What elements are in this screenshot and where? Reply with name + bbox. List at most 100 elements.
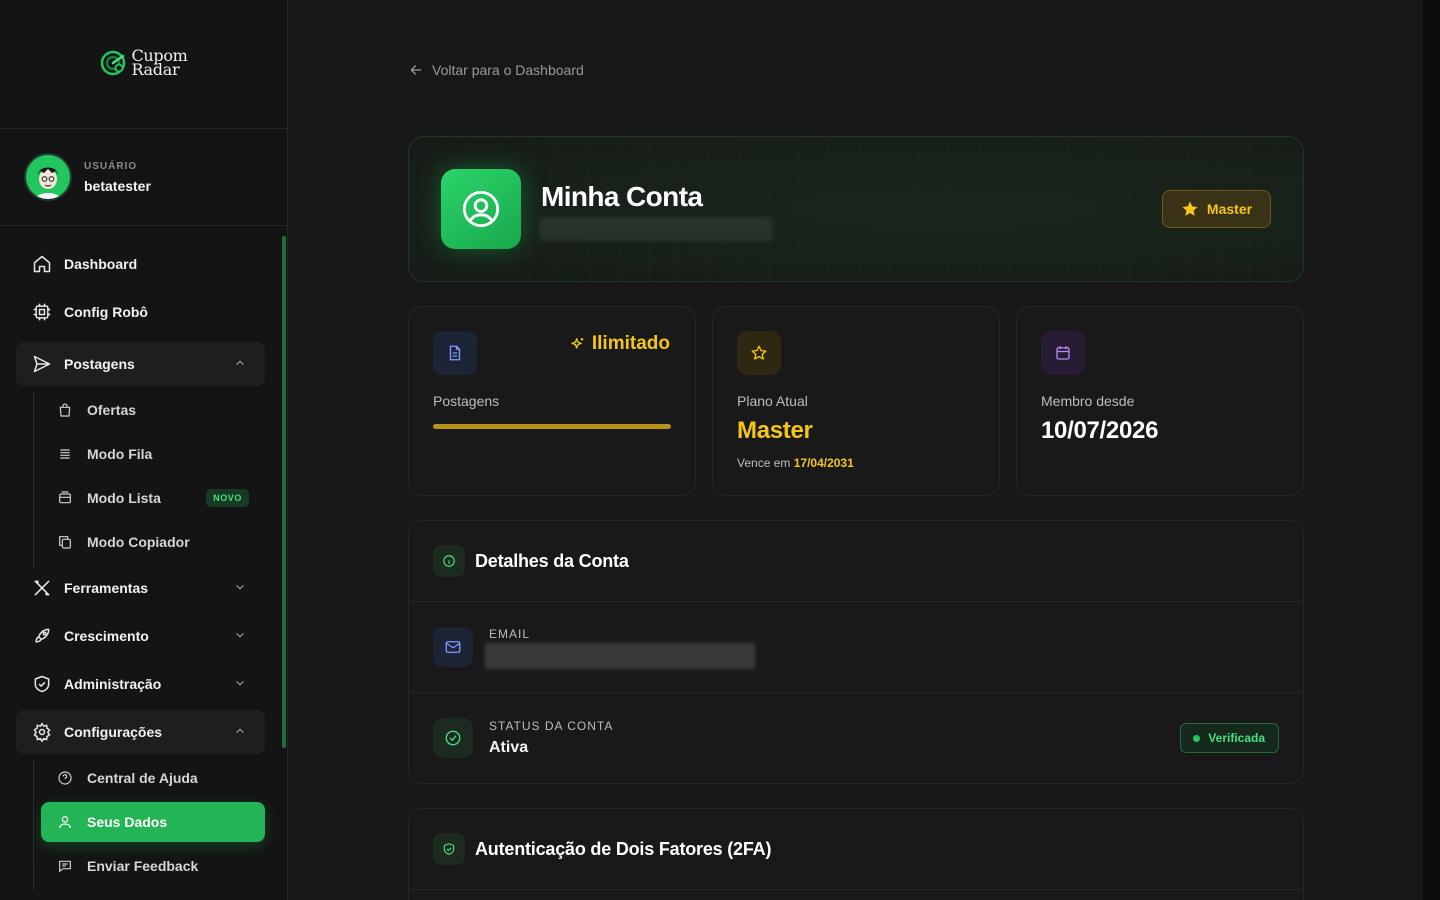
sidebar-item-label: Config Robô xyxy=(64,304,148,320)
sidebar-item-postagens[interactable]: Postagens xyxy=(16,342,265,386)
sidebar-scrollbar[interactable] xyxy=(282,236,286,748)
section-header: Detalhes da Conta xyxy=(409,521,1303,602)
sidebar-subitem-modo-copiador[interactable]: Modo Copiador xyxy=(41,522,265,562)
home-icon xyxy=(33,255,51,273)
sidebar: Cupom Radar USUÁRIO betatester Dashboard… xyxy=(0,0,288,900)
sidebar-subitem-central-de-ajuda[interactable]: Central de Ajuda xyxy=(41,758,265,798)
user-icon xyxy=(59,816,71,829)
redacted-email xyxy=(485,643,755,669)
status-label: STATUS DA CONTA xyxy=(489,719,614,733)
section-icon-wrap xyxy=(433,545,465,577)
plan-expiry: Vence em 17/04/2031 xyxy=(737,456,854,470)
chevron-down-icon xyxy=(236,680,244,686)
send-icon xyxy=(33,355,51,373)
stat-label: Membro desde xyxy=(1041,393,1135,409)
row-icon-wrap xyxy=(433,718,473,758)
radar-logo-icon xyxy=(101,50,126,76)
shield-icon xyxy=(34,675,50,693)
row-icon-wrap xyxy=(433,627,473,667)
chevron-down-icon xyxy=(236,632,244,638)
sidebar-item-label: Ferramentas xyxy=(64,580,149,596)
mail-icon xyxy=(445,641,461,653)
section-title: Autenticação de Dois Fatores (2FA) xyxy=(475,838,772,859)
sidebar-item-label: Dashboard xyxy=(64,256,138,272)
email-row: EMAIL xyxy=(409,602,1303,693)
avatar xyxy=(24,153,72,201)
account-avatar-icon xyxy=(441,169,521,249)
back-to-dashboard-link[interactable]: Voltar para o Dashboard xyxy=(408,62,584,78)
chevron-up-icon xyxy=(236,728,244,734)
chevron-up-icon xyxy=(236,360,244,366)
user-role-label: USUÁRIO xyxy=(84,160,138,172)
status-value: Ativa xyxy=(489,739,529,756)
star-icon xyxy=(1182,201,1198,216)
sidebar-item-ferramentas[interactable]: Ferramentas xyxy=(16,566,265,610)
section-header: Autenticação de Dois Fatores (2FA) xyxy=(409,809,1303,890)
usage-progress-bar xyxy=(433,424,671,429)
shield-check-icon xyxy=(443,843,455,855)
rocket-icon xyxy=(35,628,50,643)
account-hero: Minha Conta Master xyxy=(408,136,1304,282)
sidebar-subitem-seus-dados[interactable]: Seus Dados xyxy=(41,802,265,842)
sidebar-subitem-label: Modo Copiador xyxy=(87,534,190,550)
sidebar-item-label: Crescimento xyxy=(64,628,149,644)
sidebar-item-config-robo[interactable]: Config Robô xyxy=(16,290,265,334)
plan-badge-label: Master xyxy=(1206,201,1253,217)
two-factor-card: Autenticação de Dois Fatores (2FA) xyxy=(408,808,1304,900)
unlimited-label: Ilimitado xyxy=(591,333,670,354)
user-name: betatester xyxy=(84,177,151,194)
sidebar-subitem-enviar-feedback[interactable]: Enviar Feedback xyxy=(41,846,265,886)
current-plan-value: Master xyxy=(737,417,813,444)
brand-logo[interactable]: Cupom Radar xyxy=(99,48,188,79)
sidebar-item-label: Postagens xyxy=(64,356,135,372)
section-icon-wrap xyxy=(433,833,465,865)
sidebar-item-dashboard[interactable]: Dashboard xyxy=(16,242,265,286)
stat-card-membro: Membro desde 10/07/2026 xyxy=(1016,306,1304,496)
sidebar-subitem-modo-fila[interactable]: Modo Fila xyxy=(41,434,265,474)
submenu-guide-line xyxy=(33,392,34,568)
redacted-subtitle xyxy=(539,217,773,241)
sidebar-item-administracao[interactable]: Administração xyxy=(16,662,265,706)
sidebar-subitem-label: Modo Lista xyxy=(87,490,161,506)
verified-badge: Verificada xyxy=(1180,723,1279,753)
sidebar-subitem-modo-lista[interactable]: Modo Lista NOVO xyxy=(41,478,265,518)
logo-area: Cupom Radar xyxy=(0,0,287,129)
sidebar-subitem-ofertas[interactable]: Ofertas xyxy=(41,390,265,430)
tools-icon xyxy=(34,580,50,596)
email-label: EMAIL xyxy=(489,627,531,641)
sidebar-subitem-label: Central de Ajuda xyxy=(87,770,198,786)
brand-line-2: Radar xyxy=(131,60,180,79)
stat-icon-wrap xyxy=(737,331,781,375)
new-badge: NOVO xyxy=(206,489,249,507)
copy-icon xyxy=(59,536,71,549)
account-details-card: Detalhes da Conta EMAIL STATUS DA CONTA … xyxy=(408,520,1304,784)
sidebar-item-label: Configurações xyxy=(64,724,163,740)
page-title: Minha Conta xyxy=(541,181,703,212)
sidebar-subitem-label: Seus Dados xyxy=(87,814,168,830)
member-since-value: 10/07/2026 xyxy=(1041,417,1159,444)
shopping-bag-icon xyxy=(59,403,71,417)
gear-icon xyxy=(33,722,51,742)
section-title: Detalhes da Conta xyxy=(475,550,629,571)
verified-badge-label: Verificada xyxy=(1208,731,1265,745)
sidebar-item-label: Administração xyxy=(64,676,162,692)
back-link-label: Voltar para o Dashboard xyxy=(432,62,584,78)
plan-badge-button[interactable]: Master xyxy=(1162,190,1271,228)
stat-label: Postagens xyxy=(433,393,500,409)
sidebar-item-configuracoes[interactable]: Configurações xyxy=(16,710,265,754)
expiry-date: 17/04/2031 xyxy=(793,456,854,470)
sidebar-subitem-label: Enviar Feedback xyxy=(87,858,199,874)
expiry-prefix: Vence em xyxy=(737,456,791,470)
info-icon xyxy=(443,555,455,567)
list-icon xyxy=(60,449,70,459)
sidebar-item-crescimento[interactable]: Crescimento xyxy=(16,614,265,658)
archive-icon xyxy=(59,491,71,504)
check-circle-icon xyxy=(445,730,461,746)
cpu-icon xyxy=(33,303,51,321)
user-profile[interactable]: USUÁRIO betatester xyxy=(0,129,287,226)
stat-icon-wrap xyxy=(1041,331,1085,375)
usage-progress-fill xyxy=(433,424,671,429)
sparkles-icon xyxy=(571,338,584,349)
document-icon xyxy=(449,345,461,361)
account-status-row: STATUS DA CONTA Ativa Verificada xyxy=(409,693,1303,784)
